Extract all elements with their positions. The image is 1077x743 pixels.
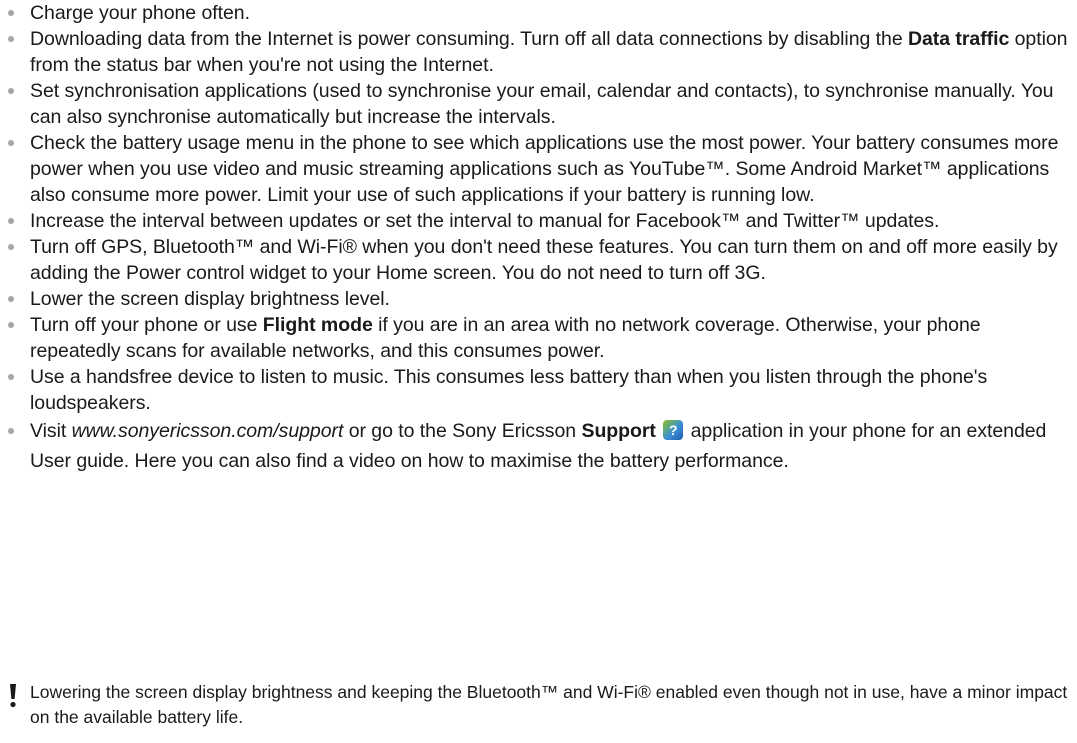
bullet-icon [8,10,14,16]
list-item: Set synchronisation applications (used t… [0,78,1070,130]
tip-text: Visit [30,420,72,442]
list-item: Visit www.sonyericsson.com/support or go… [0,416,1070,476]
bullet-icon [8,322,14,328]
tip-text: Downloading data from the Internet is po… [30,28,908,50]
bullet-icon [8,244,14,250]
tip-text: Check the battery usage menu in the phon… [30,132,1059,206]
tip-text: Turn off your phone or use [30,314,263,336]
list-item: Lower the screen display brightness leve… [0,286,1070,312]
bullet-icon [8,374,14,380]
support-question-icon: ? [663,420,684,440]
list-item: Turn off your phone or use Flight mode i… [0,312,1070,364]
bullet-icon [8,36,14,42]
support-app-label: Support [581,420,656,442]
bullet-icon [8,140,14,146]
exclamation-icon [10,684,16,708]
note-text: Lowering the screen display brightness a… [30,682,1068,727]
tip-text: Use a handsfree device to listen to musi… [30,366,988,414]
support-icon-glyph: ? [668,422,678,438]
battery-tips-page: Charge your phone often. Downloading dat… [0,0,1077,743]
list-item: Check the battery usage menu in the phon… [0,130,1070,208]
list-item: Turn off GPS, Bluetooth™ and Wi-Fi® when… [0,234,1070,286]
tip-text: Charge your phone often. [30,2,250,24]
list-item: Downloading data from the Internet is po… [0,26,1070,78]
bullet-icon [8,296,14,302]
support-url: www.sonyericsson.com/support [71,420,344,442]
flight-mode-label: Flight mode [262,314,373,336]
data-traffic-option-label: Data traffic [907,28,1010,50]
tip-text: Set synchronisation applications (used t… [30,80,1054,128]
battery-tips-list: Charge your phone often. Downloading dat… [0,0,1077,476]
bullet-icon [8,428,14,434]
bullet-icon [8,218,14,224]
bullet-icon [8,88,14,94]
list-item: Increase the interval between updates or… [0,208,1070,234]
list-item: Charge your phone often. [0,0,1070,26]
tip-text: or go to the Sony Ericsson [343,420,582,442]
tip-text: Increase the interval between updates or… [30,210,940,232]
tip-text: Lower the screen display brightness leve… [30,288,390,310]
list-item: Use a handsfree device to listen to musi… [0,364,1070,416]
tip-text: Turn off GPS, Bluetooth™ and Wi-Fi® when… [30,236,1058,284]
